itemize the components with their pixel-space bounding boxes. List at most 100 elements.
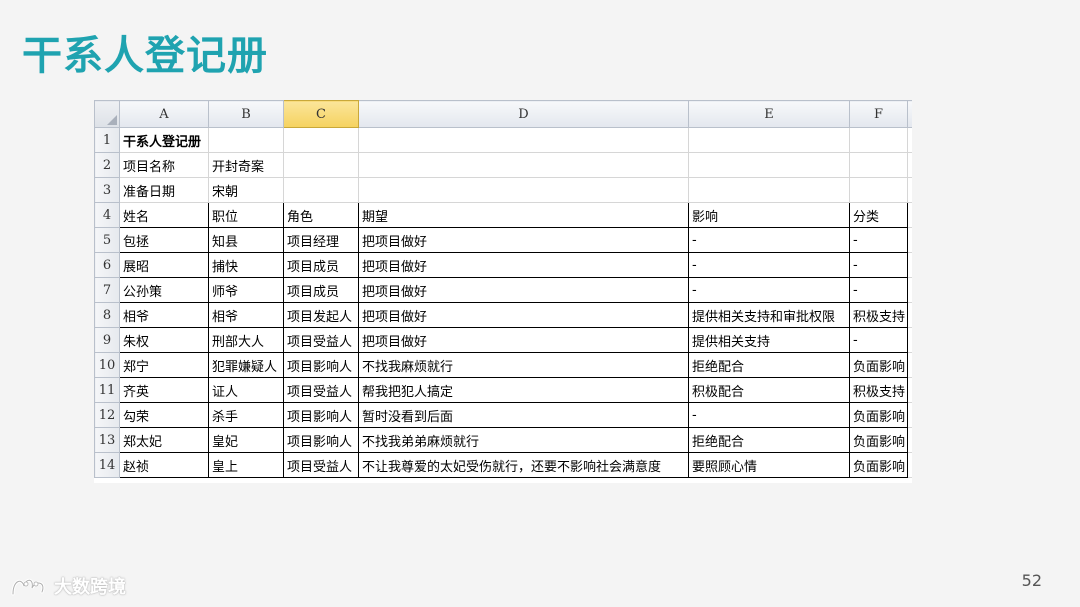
cell-f12[interactable]: 负面影响 <box>849 402 908 428</box>
cell-e4[interactable]: 影响 <box>688 202 850 228</box>
cell-f9[interactable]: - <box>849 327 908 353</box>
cell-c7[interactable]: 项目成员 <box>283 277 359 303</box>
cell-e2[interactable] <box>688 152 850 178</box>
cell-f7[interactable]: - <box>849 277 908 303</box>
cell-a12[interactable]: 勾荣 <box>119 402 209 428</box>
cell-overflow[interactable] <box>907 327 912 353</box>
cell-e11[interactable]: 积极配合 <box>688 377 850 403</box>
cell-overflow[interactable] <box>907 427 912 453</box>
cell-overflow[interactable] <box>907 452 912 478</box>
cell-c1[interactable] <box>283 127 359 153</box>
column-header-b[interactable]: B <box>208 100 284 128</box>
column-header-e[interactable]: E <box>688 100 850 128</box>
column-header-d[interactable]: D <box>358 100 689 128</box>
row-header[interactable]: 9 <box>94 327 120 353</box>
cell-e6[interactable]: - <box>688 252 850 278</box>
cell-overflow[interactable] <box>907 127 912 153</box>
cell-a1[interactable]: 干系人登记册 <box>119 127 209 153</box>
cell-e8[interactable]: 提供相关支持和审批权限 <box>688 302 850 328</box>
cell-f13[interactable]: 负面影响 <box>849 427 908 453</box>
cell-a4[interactable]: 姓名 <box>119 202 209 228</box>
row-header[interactable]: 12 <box>94 402 120 428</box>
row-header[interactable]: 3 <box>94 177 120 203</box>
cell-f8[interactable]: 积极支持 <box>849 302 908 328</box>
cell-f6[interactable]: - <box>849 252 908 278</box>
cell-overflow[interactable] <box>907 277 912 303</box>
cell-overflow[interactable] <box>907 202 912 228</box>
row-header[interactable]: 14 <box>94 452 120 478</box>
cell-a13[interactable]: 郑太妃 <box>119 427 209 453</box>
cell-e9[interactable]: 提供相关支持 <box>688 327 850 353</box>
cell-f3[interactable] <box>849 177 908 203</box>
row-header[interactable]: 5 <box>94 227 120 253</box>
cell-d12[interactable]: 暂时没看到后面 <box>358 402 689 428</box>
column-header-overflow[interactable] <box>907 100 912 128</box>
cell-b11[interactable]: 证人 <box>208 377 284 403</box>
cell-b5[interactable]: 知县 <box>208 227 284 253</box>
cell-b12[interactable]: 杀手 <box>208 402 284 428</box>
cell-c12[interactable]: 项目影响人 <box>283 402 359 428</box>
cell-e1[interactable] <box>688 127 850 153</box>
cell-a10[interactable]: 郑宁 <box>119 352 209 378</box>
row-header[interactable]: 8 <box>94 302 120 328</box>
cell-b2[interactable]: 开封奇案 <box>208 152 284 178</box>
cell-a8[interactable]: 相爷 <box>119 302 209 328</box>
row-header[interactable]: 13 <box>94 427 120 453</box>
row-header[interactable]: 2 <box>94 152 120 178</box>
cell-c5[interactable]: 项目经理 <box>283 227 359 253</box>
row-header[interactable]: 10 <box>94 352 120 378</box>
cell-d14[interactable]: 不让我尊爱的太妃受伤就行，还要不影响社会满意度 <box>358 452 689 478</box>
cell-f1[interactable] <box>849 127 908 153</box>
cell-a6[interactable]: 展昭 <box>119 252 209 278</box>
cell-c14[interactable]: 项目受益人 <box>283 452 359 478</box>
cell-c11[interactable]: 项目受益人 <box>283 377 359 403</box>
cell-overflow[interactable] <box>907 252 912 278</box>
cell-a11[interactable]: 齐英 <box>119 377 209 403</box>
cell-e13[interactable]: 拒绝配合 <box>688 427 850 453</box>
cell-d1[interactable] <box>358 127 689 153</box>
column-header-a[interactable]: A <box>119 100 209 128</box>
column-header-f[interactable]: F <box>849 100 908 128</box>
cell-d13[interactable]: 不找我弟弟麻烦就行 <box>358 427 689 453</box>
cell-c10[interactable]: 项目影响人 <box>283 352 359 378</box>
cell-b3[interactable]: 宋朝 <box>208 177 284 203</box>
cell-overflow[interactable] <box>907 177 912 203</box>
cell-c6[interactable]: 项目成员 <box>283 252 359 278</box>
cell-c8[interactable]: 项目发起人 <box>283 302 359 328</box>
row-header[interactable]: 6 <box>94 252 120 278</box>
cell-e3[interactable] <box>688 177 850 203</box>
cell-b1[interactable] <box>208 127 284 153</box>
cell-b7[interactable]: 师爷 <box>208 277 284 303</box>
cell-f4[interactable]: 分类 <box>849 202 908 228</box>
cell-a5[interactable]: 包拯 <box>119 227 209 253</box>
cell-f10[interactable]: 负面影响 <box>849 352 908 378</box>
cell-f14[interactable]: 负面影响 <box>849 452 908 478</box>
cell-overflow[interactable] <box>907 402 912 428</box>
row-header[interactable]: 1 <box>94 127 120 153</box>
cell-overflow[interactable] <box>907 227 912 253</box>
cell-b8[interactable]: 相爷 <box>208 302 284 328</box>
cell-f2[interactable] <box>849 152 908 178</box>
cell-d5[interactable]: 把项目做好 <box>358 227 689 253</box>
cell-f11[interactable]: 积极支持 <box>849 377 908 403</box>
cell-b4[interactable]: 职位 <box>208 202 284 228</box>
cell-overflow[interactable] <box>907 302 912 328</box>
column-header-c[interactable]: C <box>283 100 359 128</box>
cell-d9[interactable]: 把项目做好 <box>358 327 689 353</box>
cell-c4[interactable]: 角色 <box>283 202 359 228</box>
cell-e14[interactable]: 要照顾心情 <box>688 452 850 478</box>
cell-d2[interactable] <box>358 152 689 178</box>
row-header[interactable]: 7 <box>94 277 120 303</box>
cell-c2[interactable] <box>283 152 359 178</box>
select-all-corner[interactable] <box>94 100 120 128</box>
cell-d3[interactable] <box>358 177 689 203</box>
cell-b14[interactable]: 皇上 <box>208 452 284 478</box>
cell-c9[interactable]: 项目受益人 <box>283 327 359 353</box>
cell-f5[interactable]: - <box>849 227 908 253</box>
cell-e5[interactable]: - <box>688 227 850 253</box>
cell-a7[interactable]: 公孙策 <box>119 277 209 303</box>
cell-b6[interactable]: 捕快 <box>208 252 284 278</box>
cell-e12[interactable]: - <box>688 402 850 428</box>
cell-e10[interactable]: 拒绝配合 <box>688 352 850 378</box>
cell-d10[interactable]: 不找我麻烦就行 <box>358 352 689 378</box>
